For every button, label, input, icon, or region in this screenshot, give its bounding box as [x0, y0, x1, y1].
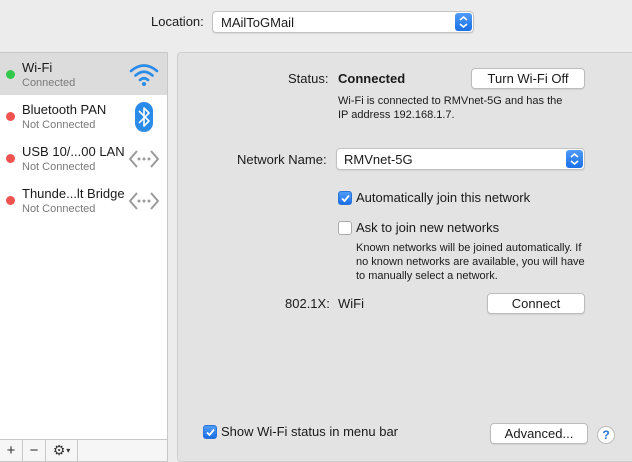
service-item-bluetooth[interactable]: Bluetooth PAN Not Connected: [0, 95, 167, 137]
gear-menu-button[interactable]: ⚙ ▾: [46, 440, 78, 461]
service-item-usb-lan[interactable]: USB 10/...00 LAN Not Connected: [0, 137, 167, 179]
gear-icon: ⚙: [52, 442, 66, 458]
sidebar-toolbar: + − ⚙ ▾: [0, 439, 167, 461]
status-dot: [6, 70, 15, 79]
service-status: Not Connected: [22, 203, 96, 215]
wifi-icon: [128, 60, 160, 90]
ask-join-description-line2: no known networks are available, you wil…: [356, 256, 585, 268]
status-value: Connected: [338, 71, 406, 86]
chevron-updown-icon: [566, 150, 583, 168]
chevron-updown-icon: [455, 13, 472, 31]
connect-button[interactable]: Connect: [487, 293, 585, 314]
status-description-line2: IP address 192.168.1.7.: [338, 109, 455, 121]
turn-wifi-off-button[interactable]: Turn Wi-Fi Off: [471, 68, 585, 89]
network-name-value: RMVnet-5G: [344, 152, 413, 167]
status-dot: [6, 112, 15, 121]
service-name: Wi-Fi: [22, 60, 53, 75]
chevron-down-icon: ▾: [66, 446, 71, 455]
service-name: Thunde...lt Bridge: [22, 186, 125, 201]
dot1x-value: WiFi: [338, 296, 364, 311]
ethernet-icon: [128, 144, 160, 174]
advanced-button[interactable]: Advanced...: [490, 423, 588, 444]
ask-join-description-line1: Known networks will be joined automatica…: [356, 242, 582, 254]
service-item-thunderbolt-bridge[interactable]: Thunde...lt Bridge Not Connected: [0, 179, 167, 221]
remove-service-button[interactable]: −: [23, 440, 46, 461]
service-status: Not Connected: [22, 161, 96, 173]
location-label: Location:: [151, 14, 204, 29]
status-description-line1: Wi-Fi is connected to RMVnet-5G and has …: [338, 95, 563, 107]
ethernet-icon: [128, 186, 160, 216]
status-dot: [6, 196, 15, 205]
show-status-checkbox[interactable]: [203, 425, 217, 439]
ask-join-label: Ask to join new networks: [356, 220, 500, 235]
network-name-select[interactable]: RMVnet-5G: [336, 148, 585, 170]
service-item-wifi[interactable]: Wi-Fi Connected: [0, 53, 167, 95]
ask-join-description-line3: to manually select a network.: [356, 270, 498, 282]
bluetooth-icon: [128, 102, 160, 132]
ask-join-checkbox[interactable]: [338, 221, 352, 235]
service-name: Bluetooth PAN: [22, 102, 107, 117]
location-value: MAilToGMail: [221, 15, 294, 30]
network-name-label: Network Name:: [237, 152, 327, 167]
location-select[interactable]: MAilToGMail: [212, 11, 474, 33]
service-name: USB 10/...00 LAN: [22, 144, 125, 159]
service-status: Connected: [22, 77, 76, 89]
service-status: Not Connected: [22, 119, 96, 131]
help-button[interactable]: ?: [597, 426, 615, 444]
location-row: Location: MAilToGMail: [0, 10, 632, 34]
service-list: Wi-Fi Connected Bluetooth PAN Not Connec…: [0, 52, 168, 462]
auto-join-label: Automatically join this network: [356, 190, 531, 205]
add-service-button[interactable]: +: [0, 440, 23, 461]
show-status-label: Show Wi-Fi status in menu bar: [221, 424, 399, 439]
status-dot: [6, 154, 15, 163]
status-label: Status:: [288, 71, 329, 86]
auto-join-checkbox[interactable]: [338, 191, 352, 205]
dot1x-label: 802.1X:: [285, 296, 330, 311]
